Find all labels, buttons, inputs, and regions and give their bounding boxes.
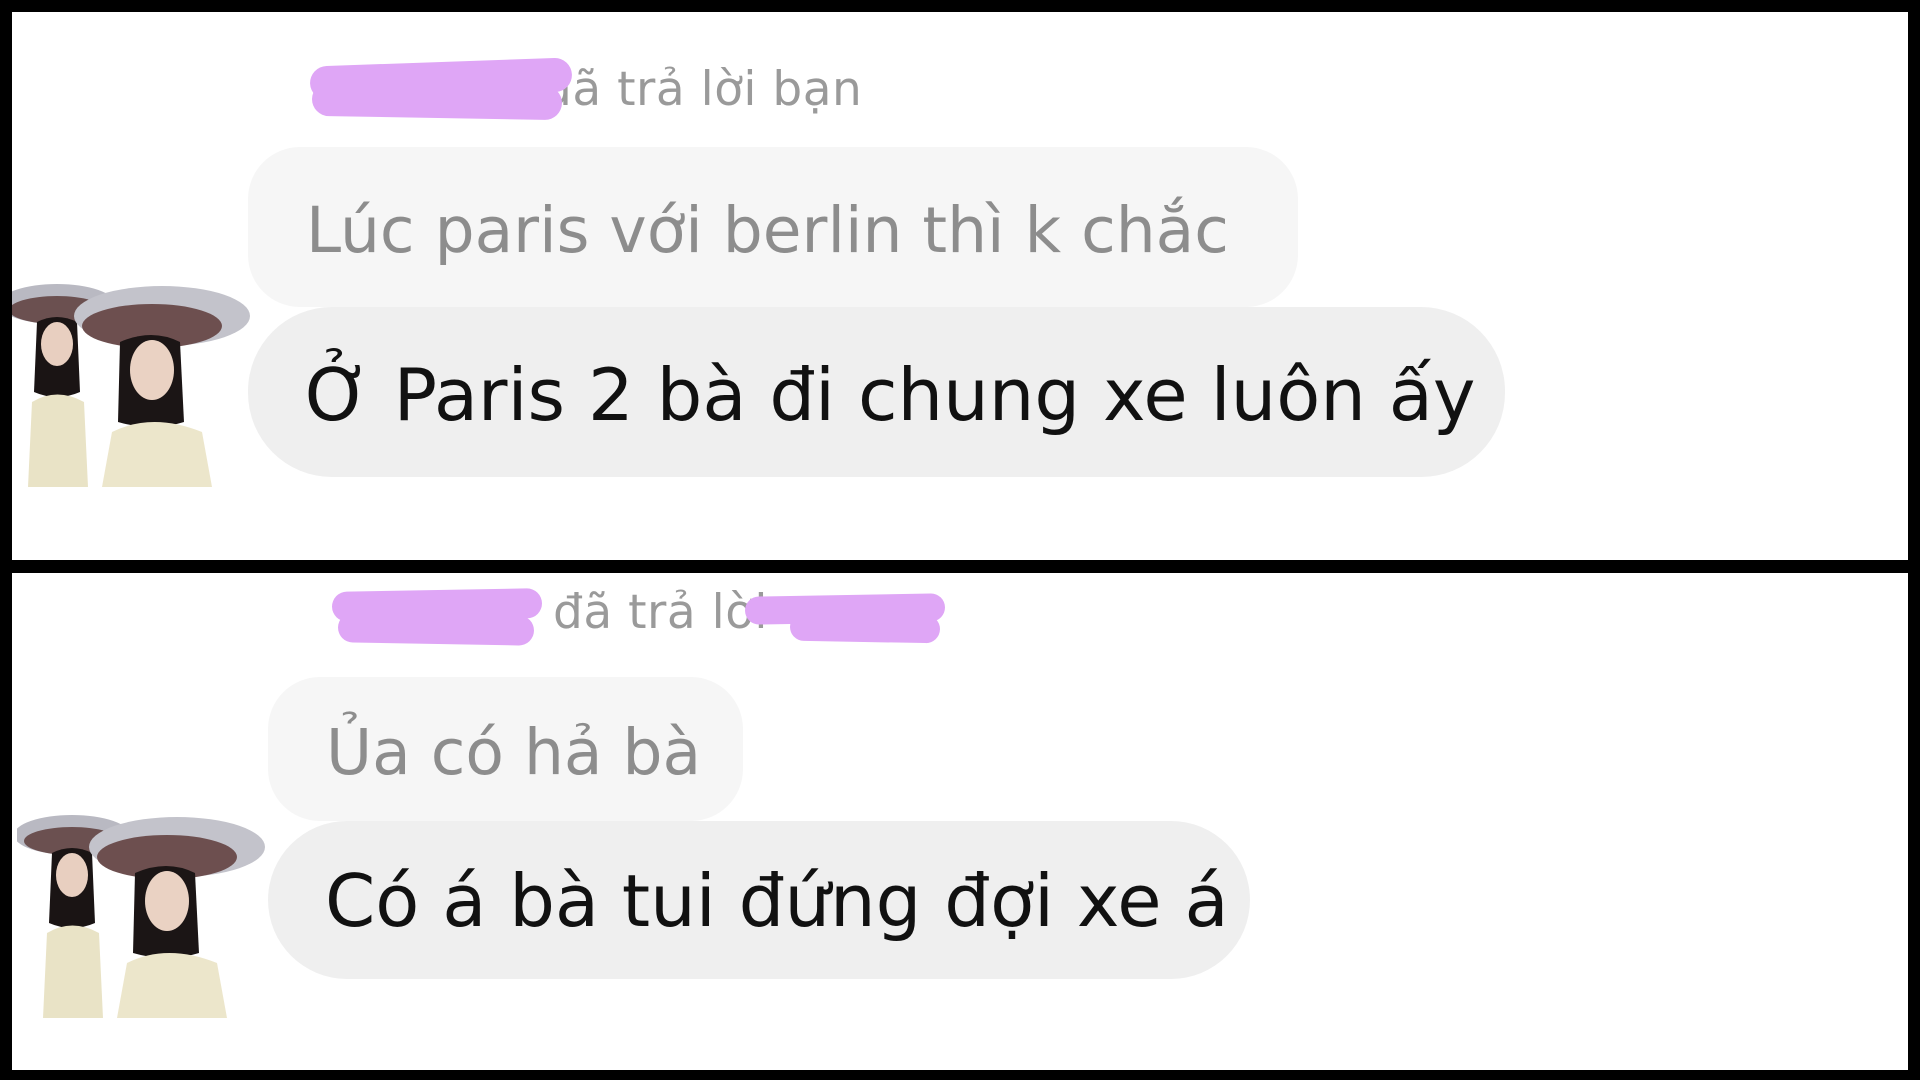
chat-panel-2: đã trả lời Ủa có hả bà Có á bà tui đứng … — [12, 573, 1908, 1070]
message-bubble[interactable]: Ở Paris 2 bà đi chung xe luôn ấy — [248, 307, 1505, 477]
message-text: Ở Paris 2 bà đi chung xe luôn ấy — [305, 353, 1476, 437]
sender-avatar[interactable] — [17, 813, 267, 1018]
message-text: Có á bà tui đứng đợi xe á — [325, 859, 1229, 943]
sender-avatar[interactable] — [12, 282, 252, 487]
quoted-message-text: Ủa có hả bà — [326, 716, 702, 789]
quoted-message-text: Lúc paris với berlin thì k chắc — [306, 194, 1229, 267]
chat-panel-1: đã trả lời bạn Lúc paris với berlin thì … — [12, 12, 1908, 560]
quoted-message-bubble[interactable]: Lúc paris với berlin thì k chắc — [248, 147, 1298, 307]
screenshot-frame: đã trả lời bạn Lúc paris với berlin thì … — [0, 0, 1920, 1080]
message-bubble[interactable]: Có á bà tui đứng đợi xe á — [268, 821, 1250, 979]
quoted-message-bubble[interactable]: Ủa có hả bà — [268, 677, 743, 821]
redaction-mark — [789, 612, 941, 644]
redaction-mark — [337, 612, 535, 646]
reply-header: đã trả lời — [553, 585, 768, 640]
reply-header: đã trả lời bạn — [542, 62, 863, 117]
redaction-mark — [311, 81, 563, 121]
